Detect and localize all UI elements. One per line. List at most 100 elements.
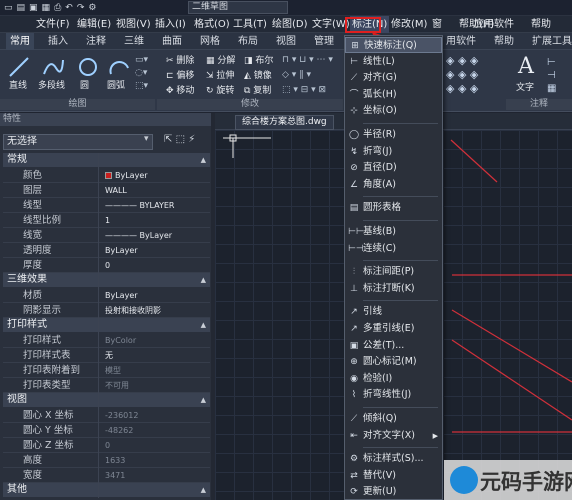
tab-insert[interactable]: 插入 [48,33,68,50]
menu-item-dim-24[interactable]: ⟳ 更新(U) [345,484,442,499]
menu-item-dim-10[interactable]: ⊢⊢ 基线(B) [345,224,442,240]
property-row[interactable]: 高度 1633 [3,453,210,468]
menu-draw[interactable]: 绘图(D) [272,16,308,33]
menu-item-dim-11[interactable]: ⊢⊣ 连续(C) [345,241,442,257]
property-row[interactable]: 圆心 Z 坐标 0 [3,438,210,453]
tool-mirror[interactable]: ◭ 镜像 [244,68,272,81]
save-icon[interactable]: ▣ [29,3,38,13]
arc-icon[interactable] [108,56,130,78]
tab-annotate[interactable]: 注释 [86,33,106,50]
menu-file[interactable]: 文件(F) [36,16,70,33]
menu-item-dim-16[interactable]: ▣ 公差(T)... [345,338,442,354]
text-icon[interactable]: A [518,54,534,79]
menu-format[interactable]: 格式(O) [194,16,230,33]
quick-select-icon[interactable]: ⚡ [188,134,195,145]
menu-apps-label[interactable]: 应用软件 [474,16,514,33]
tool-boolean[interactable]: ◨ 布尔 [244,53,273,66]
menu-item-dim-5[interactable]: ◯ 半径(R) [345,127,442,143]
section-header[interactable]: 视图 ▲ [3,393,210,407]
redo-icon[interactable]: ↷ [77,3,85,13]
property-row[interactable]: 宽度 3471 [3,468,210,483]
section-header[interactable]: 三维效果 ▲ [3,273,210,287]
menu-item-dim-17[interactable]: ⊕ 圆心标记(M) [345,354,442,370]
select-objects-icon[interactable]: ⬚ [176,134,185,145]
workspace-select[interactable]: 二维草图 [188,1,288,14]
menu-item-dim-1[interactable]: ⊢ 线性(L) [345,54,442,70]
property-row[interactable]: 线型 ———— BYLAYER [3,198,210,213]
document-tab[interactable]: 综合楼方案总图.dwg [235,115,334,130]
property-row[interactable]: 材质 ByLayer [3,288,210,303]
tab-layout[interactable]: 布局 [238,33,258,50]
undo-icon[interactable]: ↶ [65,3,73,13]
menu-item-dim-12[interactable]: ⫶ 标注间距(P) [345,264,442,280]
chevron-down-icon[interactable]: ▾ [144,134,149,144]
tab-mesh[interactable]: 网格 [200,33,220,50]
menu-item-dim-15[interactable]: ↗ 多重引线(E) [345,321,442,337]
menu-item-dim-13[interactable]: ⊥ 标注打断(K) [345,281,442,297]
collapse-icon[interactable]: ▲ [201,318,206,332]
toggle-pickadd-icon[interactable]: ⇱ [164,134,172,145]
property-row[interactable]: 阴影显示 投射和接收阴影 [3,303,210,318]
menu-item-dim-8[interactable]: ∠ 角度(A) [345,177,442,193]
tab-apps[interactable]: 用软件 [446,33,476,50]
tab-3d[interactable]: 三维 [124,33,144,50]
property-row[interactable]: 打印表类型 不可用 [3,378,210,393]
property-row[interactable]: 图层 WALL [3,183,210,198]
menu-item-dim-4[interactable]: ⊹ 坐标(O) [345,103,442,119]
menu-item-dim-6[interactable]: ↯ 折弯(J) [345,144,442,160]
tool-arc[interactable]: 圆弧 [107,78,125,91]
property-row[interactable]: 圆心 Y 坐标 -48262 [3,423,210,438]
tab-help[interactable]: 帮助 [494,33,514,50]
property-row[interactable]: 打印样式表 无 [3,348,210,363]
menu-item-dim-2[interactable]: ⟋ 对齐(G) [345,70,442,86]
menu-item-dim-22[interactable]: ⚙ 标注样式(S)... [345,451,442,467]
selection-dropdown[interactable]: 无选择 [3,134,153,150]
property-row[interactable]: 圆心 X 坐标 -236012 [3,408,210,423]
workspace-icon[interactable]: ⚙ [88,3,96,13]
menu-item-dim-20[interactable]: ⟋ 倾斜(Q) [345,411,442,427]
property-row[interactable]: 透明度 ByLayer [3,243,210,258]
menu-item-dim-21[interactable]: ⇤ 对齐文字(X) ▶ [345,428,442,444]
property-row[interactable]: 打印样式 ByColor [3,333,210,348]
tool-circle[interactable]: 圆 [80,78,89,91]
menu-item-dim-0[interactable]: ⊞ 快速标注(Q) [345,37,442,53]
collapse-icon[interactable]: ▲ [201,153,206,167]
collapse-icon[interactable]: ▲ [201,483,206,497]
menu-item-dim-9[interactable]: ▤ 圆形表格 [345,200,442,216]
tool-rotate[interactable]: ↻ 旋转 [206,83,234,96]
property-row[interactable]: 打印表附着到 模型 [3,363,210,378]
print-icon[interactable]: ⎙ [54,3,61,13]
tab-extend[interactable]: 扩展工具 [532,33,572,50]
circle-icon[interactable] [77,56,99,78]
property-row[interactable]: 线型比例 1 [3,213,210,228]
section-header[interactable]: 其他 ▲ [3,483,210,497]
polyline-icon[interactable] [42,56,64,78]
menu-item-dim-23[interactable]: ⇄ 替代(V) [345,468,442,484]
tab-view[interactable]: 视图 [276,33,296,50]
section-header[interactable]: 打印样式 ▲ [3,318,210,332]
tool-polyline[interactable]: 多段线 [38,78,65,91]
menu-item-dim-7[interactable]: ⊘ 直径(D) [345,160,442,176]
tab-surface[interactable]: 曲面 [162,33,182,50]
section-header[interactable]: 常规 ▲ [3,153,210,167]
menu-tools[interactable]: 工具(T) [233,16,267,33]
menu-help-2[interactable]: 帮助 [531,16,551,33]
menu-item-dim-19[interactable]: ⌇ 折弯线性(J) [345,387,442,403]
menu-item-dim-14[interactable]: ↗ 引线 [345,304,442,320]
property-row[interactable]: 颜色 ByLayer [3,168,210,183]
tool-offset[interactable]: ⊏ 偏移 [166,68,194,81]
tool-copy[interactable]: ⧉ 复制 [244,83,271,96]
tool-text[interactable]: 文字 [516,80,534,93]
tool-stretch[interactable]: ⇲ 拉伸 [206,68,234,81]
property-row[interactable]: 厚度 0 [3,258,210,273]
line-icon[interactable] [8,56,30,78]
menu-insert[interactable]: 插入(I) [155,16,186,33]
tool-line[interactable]: 直线 [9,78,27,91]
menu-view[interactable]: 视图(V) [116,16,151,33]
menu-item-dim-3[interactable]: ⌒ 弧长(H) [345,87,442,103]
open-icon[interactable]: ▤ [17,3,26,13]
menu-item-dim-18[interactable]: ◉ 检验(I) [345,371,442,387]
tool-move[interactable]: ✥ 移动 [166,83,194,96]
saveas-icon[interactable]: ▦ [42,3,51,13]
tab-home[interactable]: 常用 [6,33,34,50]
